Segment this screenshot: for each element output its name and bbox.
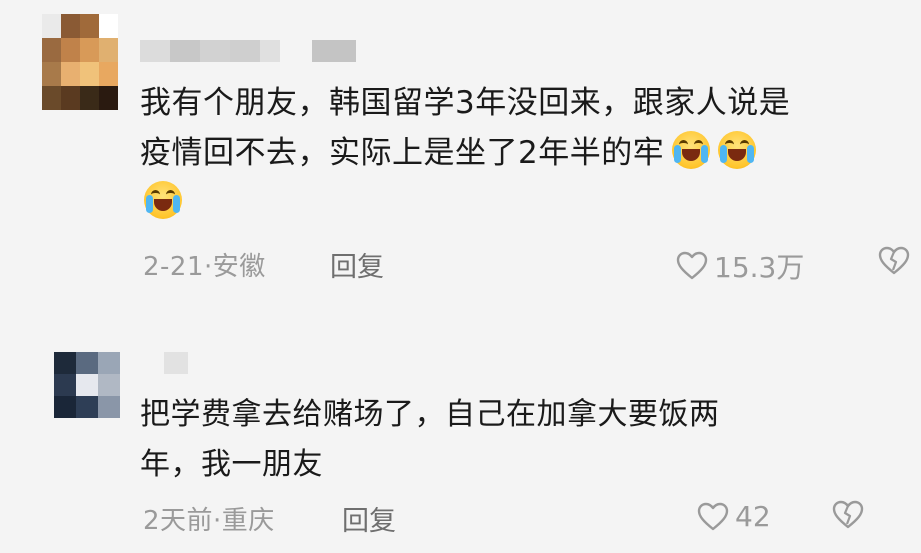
avatar-pixel [98, 352, 120, 374]
avatar-pixel [80, 14, 99, 38]
comment-text: 我有个朋友，韩国留学3年没回来，跟家人说是 疫情回不去，实际上是坐了2年半的牢 [140, 78, 910, 228]
comment-text-line: 疫情回不去，实际上是坐了2年半的牢 [140, 135, 665, 171]
avatar-pixel [61, 62, 80, 86]
like-count: 42 [735, 500, 771, 533]
reply-button[interactable]: 回复 [342, 499, 396, 538]
comment-meta: 2天前·重庆 [143, 506, 275, 536]
comment-text-line: 年，我一朋友 [140, 447, 323, 482]
avatar-pixel [42, 86, 61, 110]
comment-meta: 2-21·安徽 [143, 252, 266, 282]
avatar-pixel [99, 14, 118, 38]
avatar-pixel [61, 86, 80, 110]
avatar-pixel [42, 62, 61, 86]
avatar-pixel [98, 396, 120, 418]
like-button[interactable]: 15.3万 [676, 246, 804, 286]
dislike-button[interactable] [878, 246, 910, 280]
avatar-pixel [98, 374, 120, 396]
avatar-pixel [61, 14, 80, 38]
avatar-pixel [99, 86, 118, 110]
heart-outline-icon [697, 502, 729, 530]
comment-text-line: 我有个朋友，韩国留学3年没回来，跟家人说是 [140, 85, 791, 121]
avatar-pixel [80, 62, 99, 86]
avatar-pixel [80, 86, 99, 110]
like-count: 15.3万 [714, 251, 805, 284]
avatar-pixel [54, 396, 76, 418]
avatar-pixel [54, 374, 76, 396]
avatar[interactable] [54, 352, 120, 420]
avatar-pixel [61, 38, 80, 62]
avatar-pixel [76, 374, 98, 396]
username-blurred[interactable] [164, 352, 188, 374]
avatar-pixel [42, 38, 61, 62]
comment-text-line: 把学费拿去给赌场了，自己在加拿大要饭两 [140, 397, 720, 432]
avatar-pixel [76, 352, 98, 374]
crying-laughing-emoji-icon [144, 181, 182, 219]
broken-heart-icon [832, 500, 864, 529]
avatar-pixel [42, 14, 61, 38]
broken-heart-icon [878, 246, 910, 275]
reply-button[interactable]: 回复 [330, 245, 384, 284]
like-button[interactable]: 42 [697, 500, 771, 533]
avatar-pixel [76, 396, 98, 418]
crying-laughing-emoji-icon [718, 131, 757, 169]
avatar-pixel [54, 352, 76, 374]
avatar-pixel [99, 62, 118, 86]
avatar[interactable] [42, 14, 118, 110]
comment-feed: 我有个朋友，韩国留学3年没回来，跟家人说是 疫情回不去，实际上是坐了2年半的牢 … [0, 0, 921, 553]
comment-text: 把学费拿去给赌场了，自己在加拿大要饭两 年，我一朋友 [140, 390, 840, 490]
crying-laughing-emoji-icon [672, 131, 711, 169]
heart-outline-icon [676, 251, 708, 280]
avatar-pixel [80, 38, 99, 62]
avatar-pixel [99, 38, 118, 62]
dislike-button[interactable] [832, 500, 864, 534]
username-blurred[interactable] [140, 40, 360, 62]
